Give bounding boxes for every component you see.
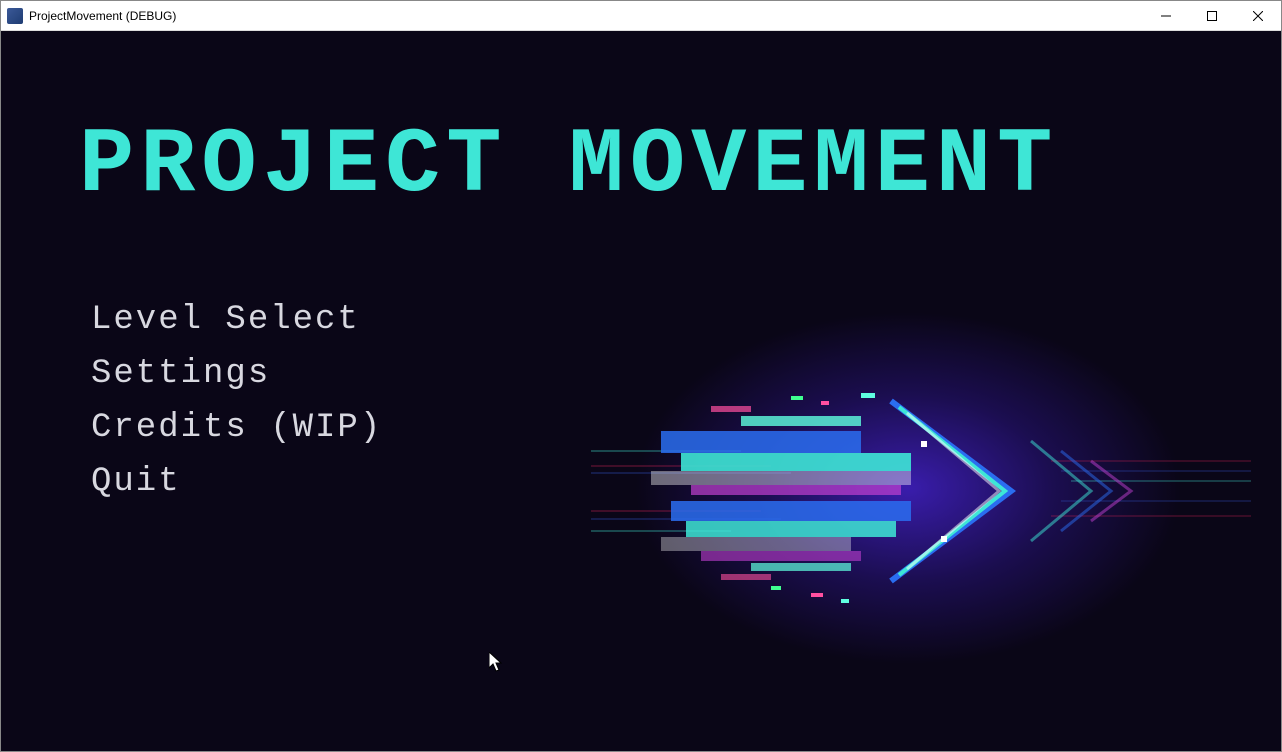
arrow-glitch-icon: [591, 301, 1251, 691]
mouse-cursor-icon: [489, 652, 503, 672]
menu-item-settings[interactable]: Settings: [91, 353, 382, 395]
hero-art: [591, 301, 1251, 691]
menu-item-level-select[interactable]: Level Select: [91, 299, 382, 341]
main-menu: Level Select Settings Credits (WIP) Quit: [91, 299, 382, 503]
menu-item-quit[interactable]: Quit: [91, 461, 382, 503]
titlebar-left: ProjectMovement (DEBUG): [7, 8, 176, 24]
maximize-icon: [1207, 11, 1217, 21]
app-icon: [7, 8, 23, 24]
menu-item-credits[interactable]: Credits (WIP): [91, 407, 382, 449]
minimize-button[interactable]: [1143, 1, 1189, 30]
app-window: ProjectMovement (DEBUG) PROJECT MOVEMENT…: [0, 0, 1282, 752]
close-icon: [1253, 11, 1263, 21]
maximize-button[interactable]: [1189, 1, 1235, 30]
window-controls: [1143, 1, 1281, 30]
close-button[interactable]: [1235, 1, 1281, 30]
titlebar: ProjectMovement (DEBUG): [1, 1, 1281, 31]
game-title: PROJECT MOVEMENT: [79, 113, 1058, 218]
minimize-icon: [1161, 11, 1171, 21]
game-content: PROJECT MOVEMENT Level Select Settings C…: [1, 31, 1281, 751]
window-title: ProjectMovement (DEBUG): [29, 9, 176, 23]
